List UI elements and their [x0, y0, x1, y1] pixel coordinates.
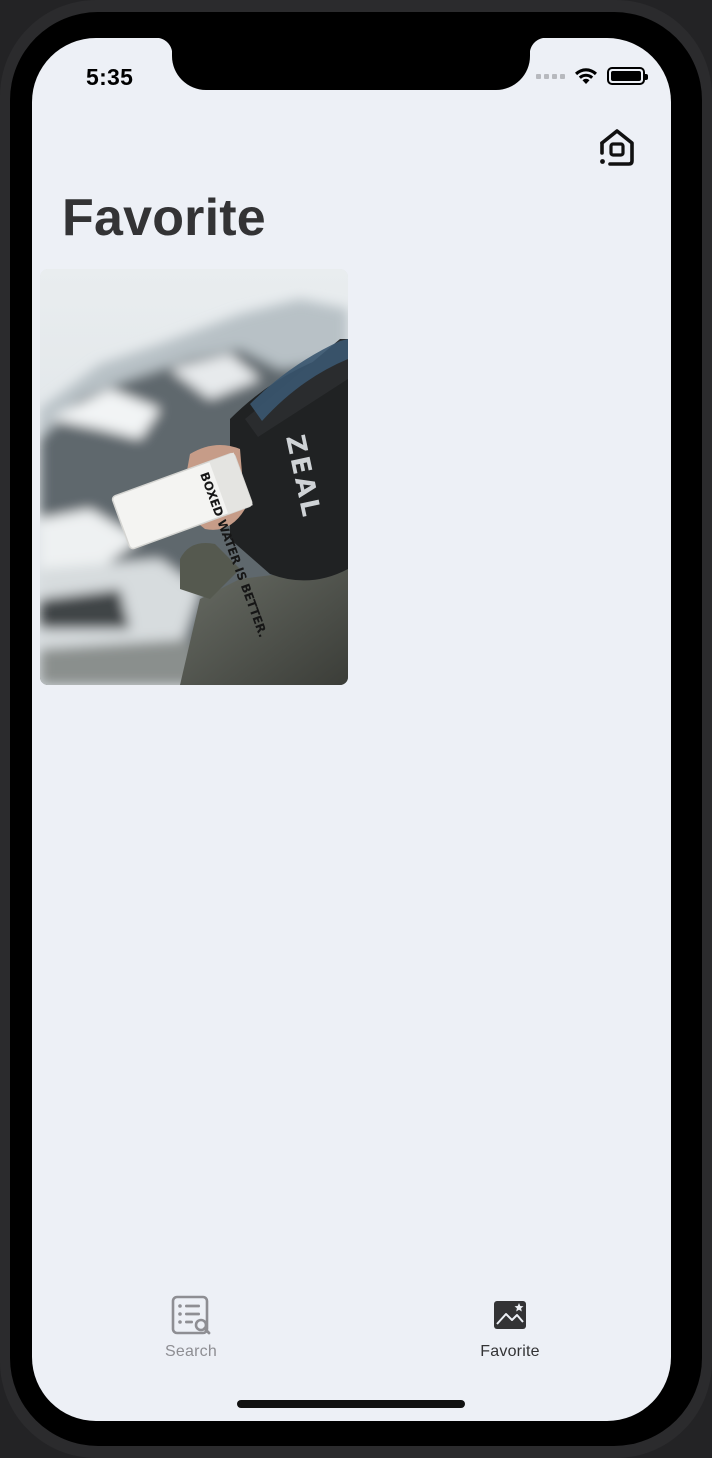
photo-image: ZEAL BOXED WATER IS BETTER. [40, 269, 348, 685]
status-indicators [536, 66, 648, 86]
app-screen: 5:35 Favorite ZEAL BOXED WATER IS BETTER… [32, 38, 671, 1421]
battery-icon [607, 67, 648, 85]
wifi-icon [575, 68, 597, 84]
tab-search[interactable]: Search [121, 1293, 261, 1373]
tab-favorite-label: Favorite [480, 1343, 540, 1360]
photo-star-icon [488, 1293, 532, 1337]
notch [156, 38, 546, 90]
tab-search-label: Search [165, 1343, 217, 1360]
list-search-icon [169, 1293, 213, 1337]
page-title: Favorite [62, 189, 266, 247]
home-indicator [237, 1400, 465, 1408]
tab-bar: Search Favorite [32, 1293, 671, 1373]
tab-favorite[interactable]: Favorite [440, 1293, 580, 1373]
home-settings-button[interactable] [597, 126, 637, 168]
favorite-photo-card[interactable]: ZEAL BOXED WATER IS BETTER. [40, 269, 348, 685]
home-settings-icon [600, 129, 634, 166]
status-time: 5:35 [86, 64, 134, 90]
cellular-signal-icon [536, 73, 565, 79]
